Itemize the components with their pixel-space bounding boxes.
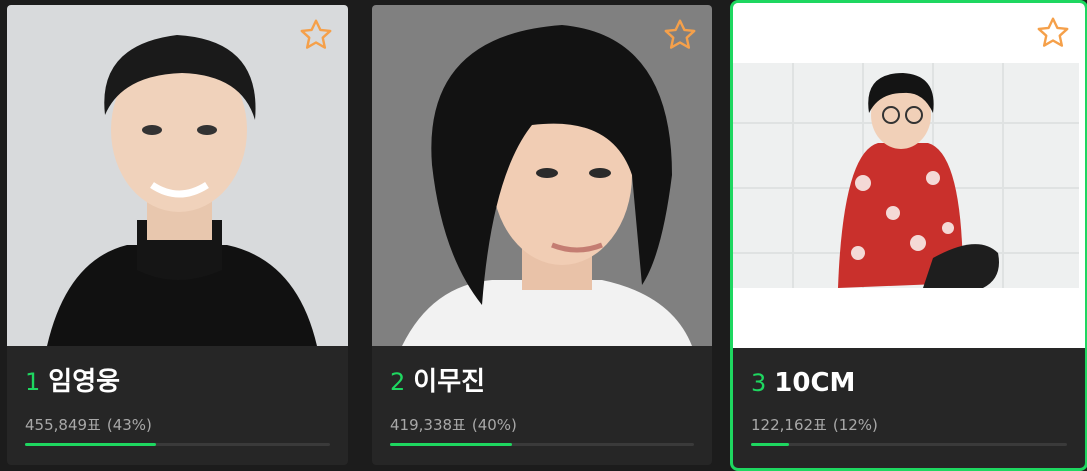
candidate-name: 임영웅 — [48, 367, 121, 397]
candidate-name: 이무진 — [413, 367, 486, 397]
rank-number: 1 — [25, 368, 41, 396]
rank-number: 2 — [390, 368, 406, 396]
candidate-info: 3 10CM 122,162표 (12%) — [751, 368, 1067, 446]
vote-total: 419,338표 — [390, 416, 466, 434]
candidate-photo — [7, 5, 348, 346]
vote-progress-fill — [25, 443, 157, 446]
vote-percent: (12%) — [832, 416, 878, 434]
vote-progress-bar — [25, 443, 330, 446]
star-outline-icon[interactable] — [1035, 15, 1071, 51]
vote-progress-fill — [751, 443, 789, 446]
candidate-info: 1 임영웅 455,849표 (43%) — [25, 361, 330, 446]
vote-progress-fill — [390, 443, 512, 446]
vote-total: 122,162표 — [751, 416, 827, 434]
candidate-photo — [372, 5, 712, 346]
rank-number: 3 — [751, 369, 767, 397]
candidate-photo — [733, 3, 1085, 348]
vote-count: 419,338표 (40%) — [390, 414, 694, 435]
vote-count: 455,849표 (43%) — [25, 414, 330, 435]
vote-count: 122,162표 (12%) — [751, 414, 1067, 435]
candidate-card-2[interactable]: 2 이무진 419,338표 (40%) — [372, 5, 712, 465]
vote-progress-bar — [390, 443, 694, 446]
candidate-card-1[interactable]: 1 임영웅 455,849표 (43%) — [7, 5, 348, 465]
candidate-name: 10CM — [774, 368, 856, 398]
vote-total: 455,849표 — [25, 416, 101, 434]
candidate-card-3[interactable]: 3 10CM 122,162표 (12%) — [730, 0, 1087, 471]
star-outline-icon[interactable] — [298, 17, 334, 53]
vote-percent: (43%) — [106, 416, 152, 434]
vote-percent: (40%) — [471, 416, 517, 434]
candidate-info: 2 이무진 419,338표 (40%) — [390, 361, 694, 446]
star-outline-icon[interactable] — [662, 17, 698, 53]
vote-progress-bar — [751, 443, 1067, 446]
